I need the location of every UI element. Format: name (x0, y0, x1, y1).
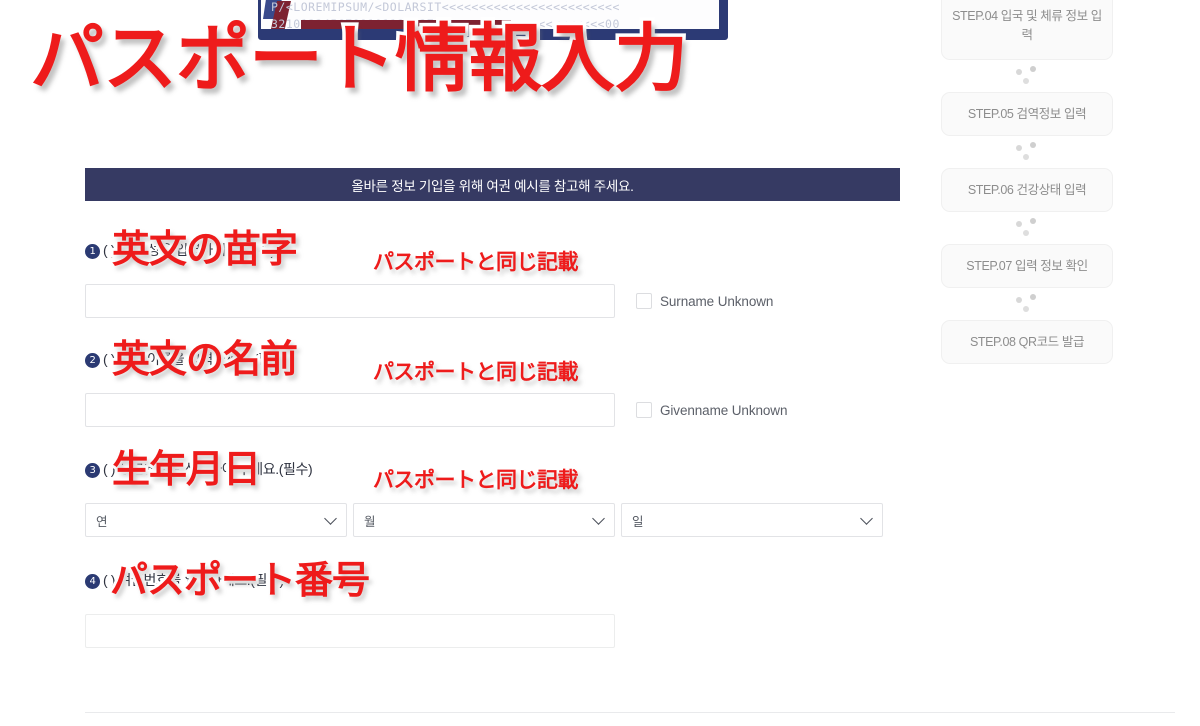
annotation-surname-big: 英文の苗字 (109, 227, 301, 271)
step-dots-separator (941, 212, 1113, 244)
chevron-down-icon (324, 512, 337, 525)
birth-year-value: 연 (96, 514, 108, 529)
step-rail: STEP.04 입국 및 체류 정보 입력 STEP.05 검역정보 입력 ST… (941, 0, 1113, 364)
surname-input[interactable] (85, 284, 615, 318)
step-item-08-label: STEP.08 QR코드 발급 (969, 334, 1085, 349)
step-item-04-label: STEP.04 입국 및 체류 정보 입력 (952, 9, 1102, 42)
annotation-givenname-big: 英文の名前 (109, 337, 301, 381)
birth-month-value: 월 (364, 514, 376, 529)
step-item-05[interactable]: STEP.05 검역정보 입력 (941, 92, 1113, 136)
step-item-04[interactable]: STEP.04 입국 및 체류 정보 입력 (941, 0, 1113, 60)
birth-day-select[interactable]: 일 (621, 503, 883, 537)
annotation-birthdate-big: 生年月日 (109, 447, 264, 491)
chevron-down-icon (592, 512, 605, 525)
birthdate-selects: 연 월 일 (85, 503, 900, 537)
step-item-08[interactable]: STEP.08 QR코드 발급 (941, 320, 1113, 364)
step-item-05-label: STEP.05 검역정보 입력 (967, 106, 1087, 121)
notice-bar: 올바른 정보 기입을 위해 여권 예시를 참고해 주세요. (85, 168, 900, 201)
step-dots-separator (941, 288, 1113, 320)
surname-unknown-checkbox[interactable] (636, 293, 652, 309)
givenname-unknown-checkbox[interactable] (636, 402, 652, 418)
surname-unknown-checkbox-wrap[interactable]: Surname Unknown (636, 293, 773, 309)
givenname-input[interactable] (85, 393, 615, 427)
chevron-down-icon (860, 512, 873, 525)
bullet-4: 4 (85, 574, 100, 589)
step-dots-separator (941, 60, 1113, 92)
passport-info-page: P/<LOREMIPSUM/<DOLARSIT<<<<<<<<<<<<<<<<<… (0, 0, 1200, 726)
birth-day-value: 일 (632, 514, 644, 529)
step-item-06[interactable]: STEP.06 건강상태 입력 (941, 168, 1113, 212)
passport-number-input[interactable] (85, 614, 615, 648)
birth-month-select[interactable]: 월 (353, 503, 615, 537)
step-dots-separator (941, 136, 1113, 168)
surname-unknown-label: Surname Unknown (660, 293, 774, 309)
step-item-07-label: STEP.07 입력 정보 확인 (966, 258, 1088, 273)
givenname-unknown-checkbox-wrap[interactable]: Givenname Unknown (636, 402, 787, 418)
bullet-1: 1 (85, 244, 100, 259)
annotation-passport-number-big: パスポート番号 (107, 558, 373, 602)
bottom-divider (85, 712, 1175, 713)
annotation-givenname-small: パスポートと同じ記載 (370, 359, 582, 386)
annotation-birthdate-small: パスポートと同じ記載 (370, 467, 582, 494)
step-item-07[interactable]: STEP.07 입력 정보 확인 (941, 244, 1113, 288)
bullet-2: 2 (85, 353, 100, 368)
notice-text: 올바른 정보 기입을 위해 여권 예시를 참고해 주세요. (351, 178, 634, 194)
annotation-surname-small: パスポートと同じ記載 (370, 249, 582, 276)
overlay-page-title: パスポート情報入力 (27, 16, 692, 102)
givenname-unknown-label: Givenname Unknown (660, 402, 788, 418)
step-item-06-label: STEP.06 건강상태 입력 (967, 182, 1087, 197)
bullet-3: 3 (85, 463, 100, 478)
birth-year-select[interactable]: 연 (85, 503, 347, 537)
